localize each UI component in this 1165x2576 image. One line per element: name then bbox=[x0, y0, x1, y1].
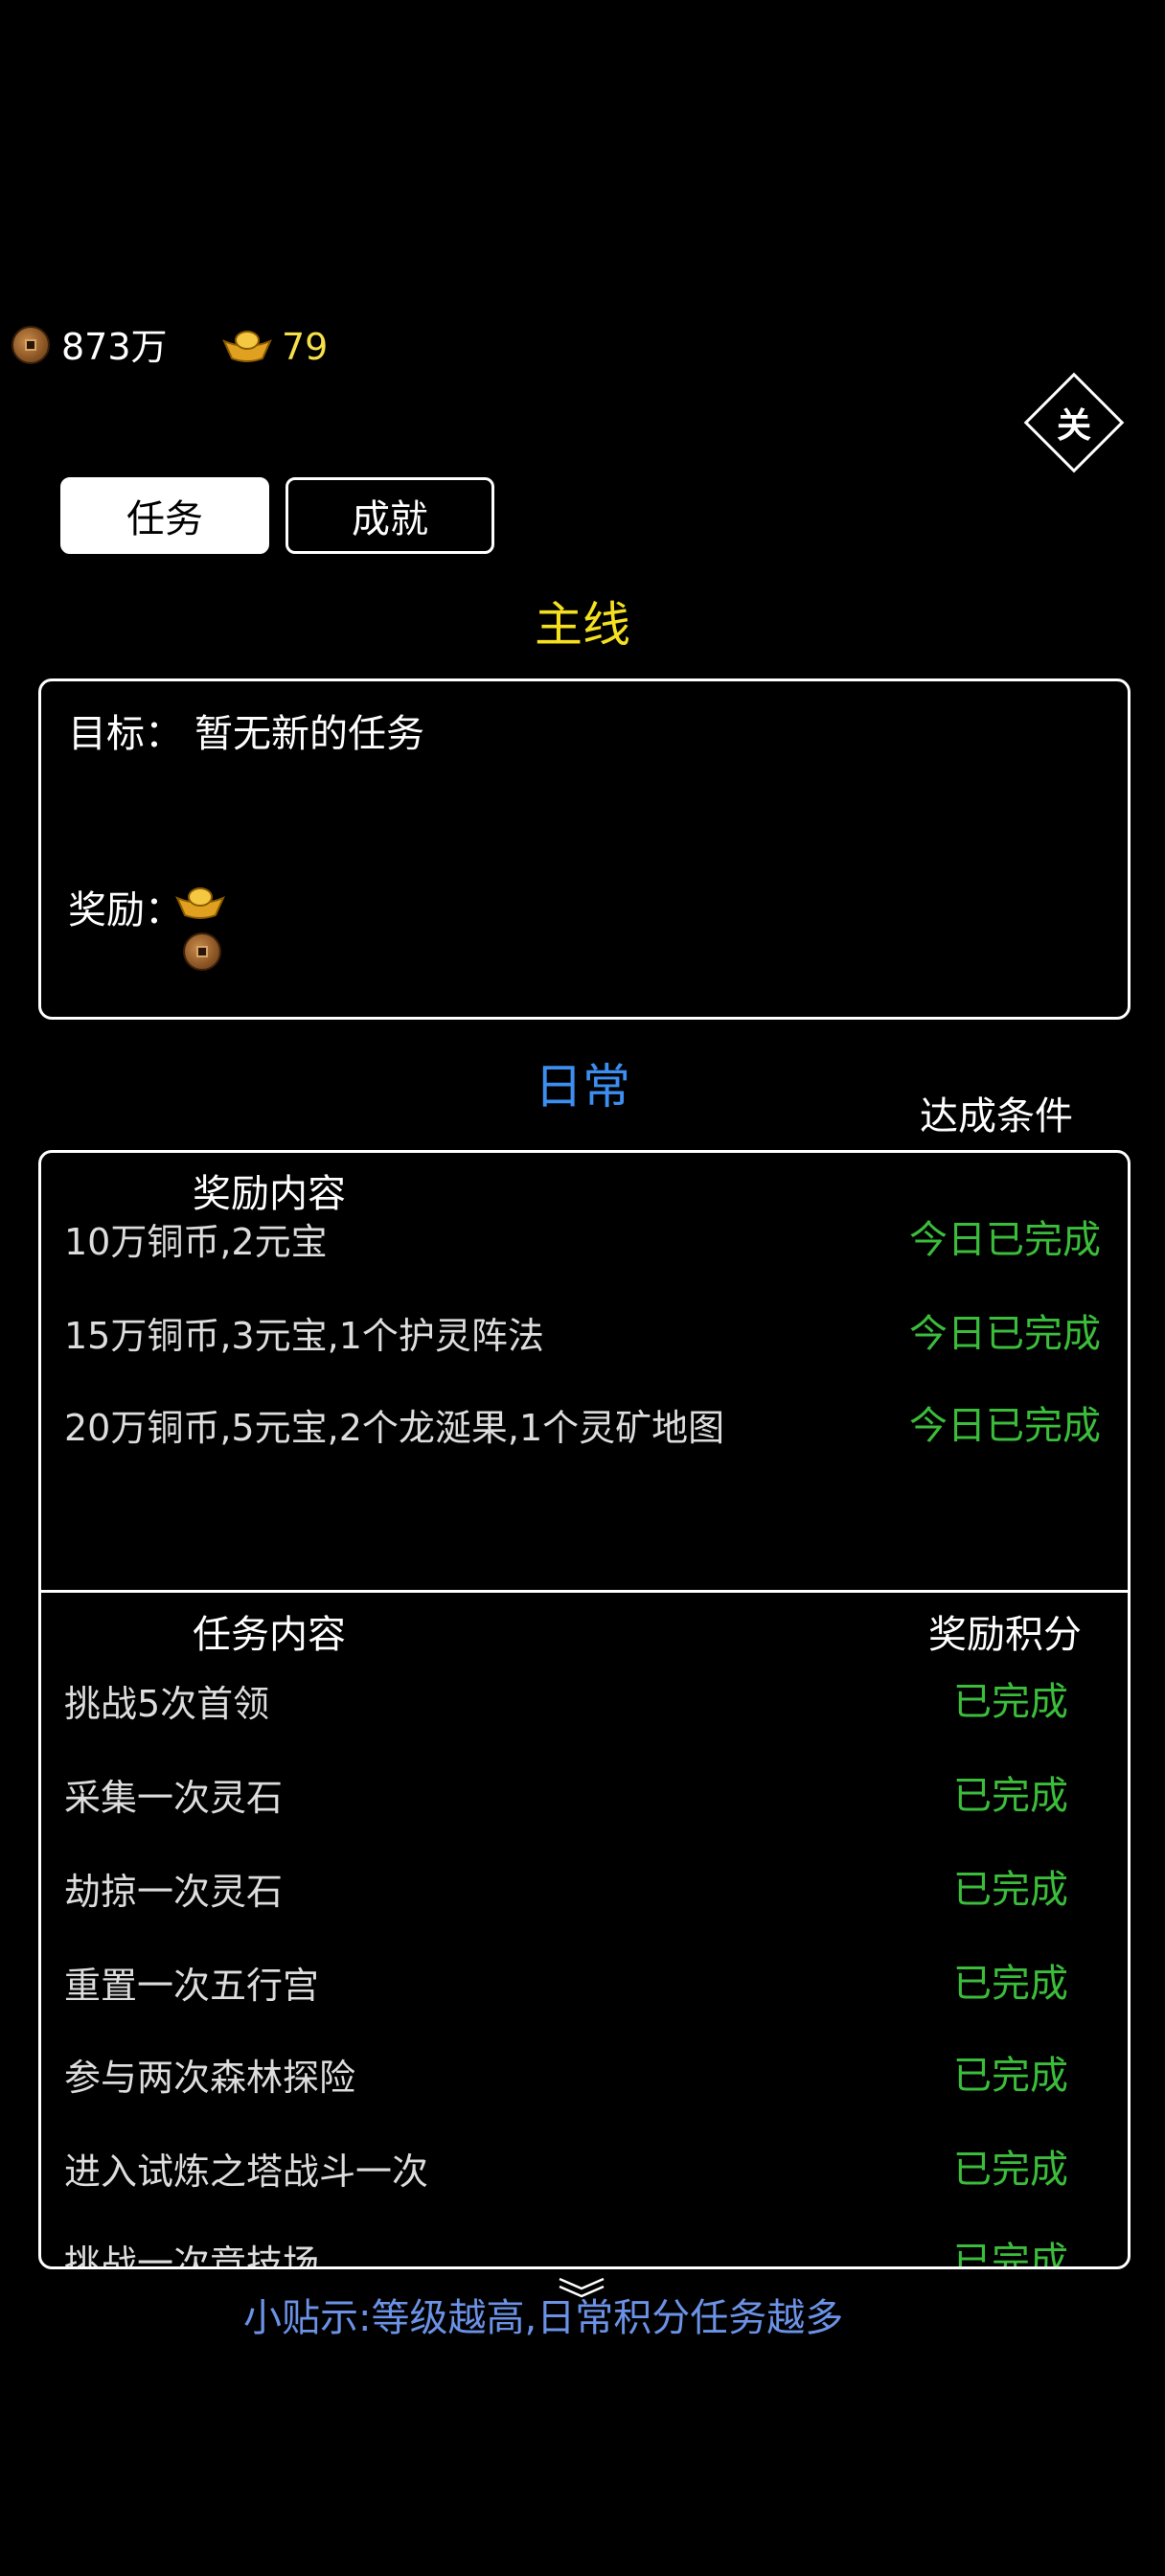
task-content-header: 任务内容 bbox=[193, 1613, 346, 1657]
reward-content-header: 奖励内容 bbox=[193, 1172, 346, 1216]
reward-row-2-status: 今日已完成 bbox=[909, 1312, 1101, 1356]
mainline-title: 主线 bbox=[535, 597, 630, 653]
task-row-1-content: 挑战5次首领 bbox=[64, 1683, 270, 1725]
task-row-4-status: 已完成 bbox=[953, 1962, 1068, 2006]
task-row-6-status: 已完成 bbox=[953, 2148, 1068, 2192]
daily-title: 日常 bbox=[535, 1059, 630, 1115]
tip-text: 小贴示:等级越高,日常积分任务越多 bbox=[243, 2296, 844, 2340]
points-header: 奖励积分 bbox=[928, 1613, 1082, 1657]
task-row-4-content: 重置一次五行宫 bbox=[64, 1965, 320, 2007]
reward-row-3-status: 今日已完成 bbox=[909, 1404, 1101, 1448]
goal-value: 暂无新的任务 bbox=[194, 712, 424, 756]
task-row-1-status: 已完成 bbox=[953, 1680, 1068, 1724]
goal-label: 目标： bbox=[68, 712, 183, 756]
task-row-7-content: 挑战一次竞技场 bbox=[64, 2242, 320, 2269]
close-label: 关 bbox=[1056, 405, 1092, 446]
reward-ingot-icon bbox=[175, 887, 225, 919]
task-row-7-status: 已完成 bbox=[953, 2240, 1068, 2269]
task-row-5-content: 参与两次森林探险 bbox=[64, 2057, 356, 2099]
tab-achievements[interactable]: 成就 bbox=[286, 477, 494, 554]
mainline-panel: 目标： 暂无新的任务 奖励： bbox=[38, 678, 1131, 1020]
panel-divider bbox=[41, 1590, 1128, 1593]
ingot-amount: 79 bbox=[282, 326, 329, 368]
tab-achievements-label: 成就 bbox=[352, 497, 428, 541]
task-row-2-content: 采集一次灵石 bbox=[64, 1777, 284, 1819]
copper-coin-icon bbox=[11, 326, 50, 364]
tab-tasks-label: 任务 bbox=[126, 497, 203, 541]
reward-row-3-content: 20万铜币,5元宝,2个龙涎果,1个灵矿地图 bbox=[64, 1407, 725, 1449]
reward-row-2-content: 15万铜币,3元宝,1个护灵阵法 bbox=[64, 1315, 544, 1357]
close-button[interactable]: 关 bbox=[1023, 372, 1125, 473]
task-list-scrollbar[interactable] bbox=[1122, 1603, 1128, 2265]
task-row-6-content: 进入试炼之塔战斗一次 bbox=[64, 2150, 429, 2193]
task-row-3-status: 已完成 bbox=[953, 1868, 1068, 1912]
copper-amount: 873万 bbox=[61, 326, 168, 368]
reward-row-1-content: 10万铜币,2元宝 bbox=[64, 1221, 328, 1263]
daily-panel: 奖励内容 10万铜币,2元宝 今日已完成 15万铜币,3元宝,1个护灵阵法 今日… bbox=[38, 1150, 1131, 2269]
reward-row-1-status: 今日已完成 bbox=[909, 1218, 1101, 1262]
task-row-2-status: 已完成 bbox=[953, 1774, 1068, 1818]
task-row-3-content: 劫掠一次灵石 bbox=[64, 1871, 284, 1913]
tab-tasks[interactable]: 任务 bbox=[60, 477, 269, 554]
reward-coin-icon bbox=[183, 932, 221, 971]
gold-ingot-icon bbox=[222, 331, 272, 362]
task-row-5-status: 已完成 bbox=[953, 2054, 1068, 2098]
reward-label: 奖励： bbox=[68, 888, 183, 932]
condition-header: 达成条件 bbox=[920, 1094, 1073, 1138]
